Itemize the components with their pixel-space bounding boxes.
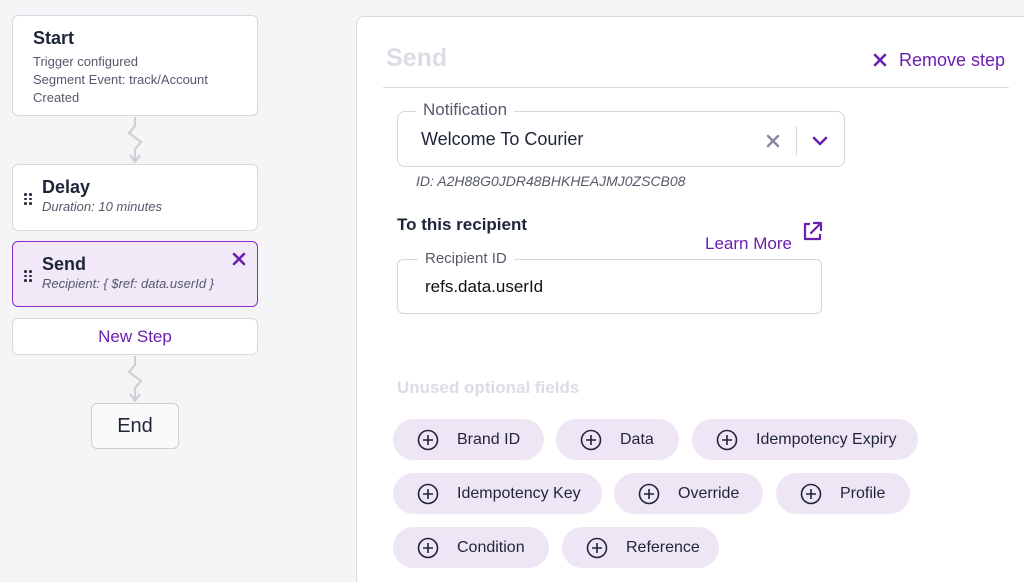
send-recipient-summary: Recipient: { $ref: data.userId } [42,276,214,291]
end-node: End [91,403,179,449]
recipient-id-label: Recipient ID [418,250,514,267]
delay-step-card[interactable]: Delay Duration: 10 minutes [12,164,258,231]
plus-circle-icon [800,483,822,504]
recipient-id-value: refs.data.userId [425,277,544,296]
unused-fields-heading: Unused optional fields [397,378,580,397]
zigzag-connector [127,356,143,402]
start-step-card[interactable]: Start Trigger configured Segment Event: … [12,15,258,116]
new-step-button[interactable]: New Step [12,318,258,355]
learn-more-link[interactable]: Learn More [705,234,792,254]
chip-label: Profile [840,484,886,502]
chip-label: Data [620,430,654,448]
start-step-title: Start [33,28,75,48]
start-event-line-cont: Created [33,90,80,105]
close-icon[interactable] [232,252,246,266]
chip-label: Idempotency Key [457,484,581,502]
drag-handle-icon[interactable] [24,270,32,282]
remove-step-label: Remove step [899,49,1006,70]
chip-label: Brand ID [457,430,521,448]
chip-label: Reference [626,538,700,556]
panel-divider [383,87,1009,88]
plus-circle-icon [586,537,608,558]
start-trigger-line: Trigger configured [33,54,139,69]
select-separator [796,126,797,156]
add-reference-chip[interactable]: Reference [562,527,719,568]
chip-label: Condition [457,538,525,556]
chip-label: Override [678,484,740,502]
panel-title: Send [386,44,448,72]
plus-circle-icon [716,429,738,450]
add-idempotency-key-chip[interactable]: Idempotency Key [393,473,602,514]
zigzag-connector [127,117,143,163]
notification-id: ID: A2H88G0JDR48BHKHEAJMJ0ZSCB08 [416,173,686,189]
add-condition-chip[interactable]: Condition [393,527,549,568]
delay-duration: Duration: 10 minutes [42,199,162,214]
plus-circle-icon [417,483,439,504]
chip-label: Idempotency Expiry [756,430,897,448]
start-event-line: Segment Event: track/Account [33,72,208,87]
plus-circle-icon [638,483,660,504]
plus-circle-icon [417,537,439,558]
clear-icon[interactable] [766,134,780,148]
recipient-heading: To this recipient [397,215,528,234]
notification-label: Notification [416,100,515,120]
chevron-down-icon[interactable] [811,135,829,147]
close-icon [873,53,887,67]
add-profile-chip[interactable]: Profile [776,473,910,514]
send-step-card[interactable]: Send Recipient: { $ref: data.userId } [12,241,258,307]
delay-step-title: Delay [42,177,91,197]
plus-circle-icon [417,429,439,450]
notification-value: Welcome To Courier [421,129,584,149]
add-idempotency-expiry-chip[interactable]: Idempotency Expiry [692,419,918,460]
send-step-title: Send [42,254,87,274]
add-brand-id-chip[interactable]: Brand ID [393,419,544,460]
external-link-icon[interactable] [802,221,823,242]
plus-circle-icon [580,429,602,450]
add-override-chip[interactable]: Override [614,473,763,514]
remove-step-button[interactable]: Remove step [873,49,1005,71]
add-data-chip[interactable]: Data [556,419,679,460]
drag-handle-icon[interactable] [24,193,32,205]
